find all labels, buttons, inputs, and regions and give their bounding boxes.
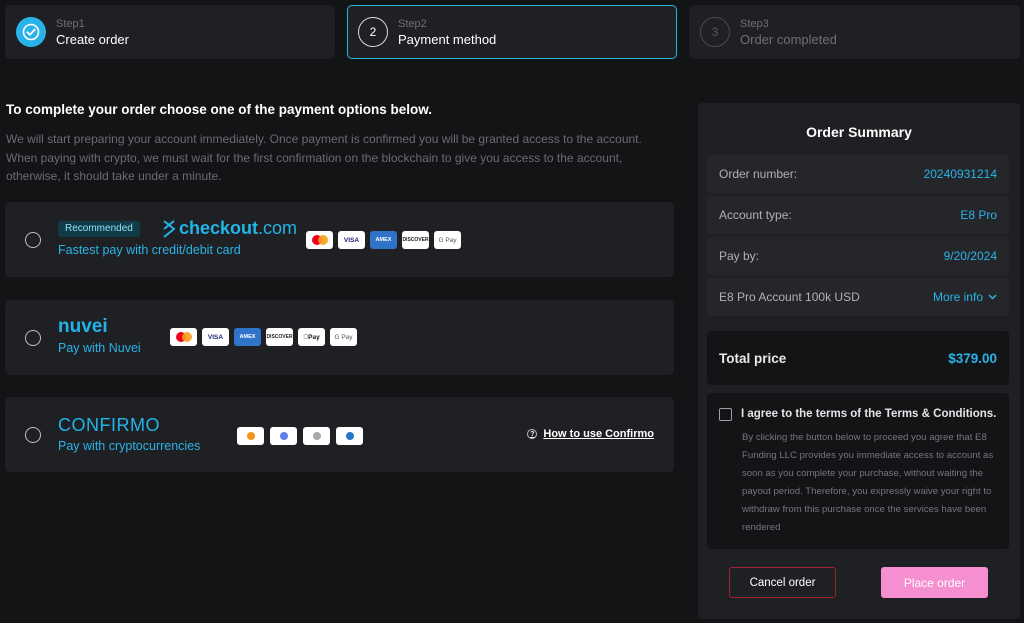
payment-option-checkout[interactable]: Recommended checkout .com Fastest pay wit… [5, 202, 674, 277]
step-label: Payment method [398, 32, 497, 47]
place-order-button[interactable]: Place order [881, 567, 988, 598]
more-info-toggle[interactable]: More info [933, 290, 997, 304]
confirmo-logo: CONFIRMO [58, 415, 160, 435]
terms-box: I agree to the terms of the Terms & Cond… [707, 393, 1009, 549]
option-subtitle: Pay with cryptocurrencies [58, 439, 201, 453]
card-logos: VISA AMEX DISCOVER G Pay [306, 231, 461, 249]
summary-row-product: E8 Pro Account 100k USD More info [707, 278, 1009, 316]
order-summary-panel: Order Summary Order number: 20240931214 … [698, 103, 1020, 619]
checkout-logo: checkout .com [162, 218, 297, 239]
mastercard-icon [170, 328, 197, 346]
option-subtitle: Pay with Nuvei [58, 341, 141, 355]
amex-icon: AMEX [370, 231, 397, 249]
step-label: Create order [56, 32, 129, 47]
crypto-logos [237, 427, 363, 445]
option-subtitle: Fastest pay with credit/debit card [58, 243, 241, 257]
amex-icon: AMEX [234, 328, 261, 346]
bitcoin-icon [237, 427, 264, 445]
step-number-circle: 3 [700, 17, 730, 47]
mastercard-icon [306, 231, 333, 249]
discover-icon: DISCOVER [402, 231, 429, 249]
payment-option-confirmo[interactable]: CONFIRMO Pay with cryptocurrencies ? How… [5, 397, 674, 472]
step-number: Step1 [56, 18, 85, 30]
step-create-order[interactable]: Step1 Create order [5, 5, 335, 59]
total-price-box: Total price $379.00 [707, 331, 1009, 385]
litecoin-icon [303, 427, 330, 445]
total-price-label: Total price [719, 350, 787, 366]
radio-confirmo[interactable] [25, 427, 41, 443]
step-label: Order completed [740, 32, 837, 47]
step-payment-method[interactable]: 2 Step2 Payment method [347, 5, 677, 59]
total-price-value: $379.00 [948, 350, 997, 366]
terms-agree-label[interactable]: I agree to the terms of the Terms & Cond… [741, 408, 996, 420]
summary-row-order-number: Order number: 20240931214 [707, 155, 1009, 193]
step-number: Step3 [740, 18, 769, 30]
chevron-down-icon [988, 294, 997, 300]
card-logos: VISA AMEX DISCOVER Pay G Pay [170, 328, 357, 346]
summary-row-pay-by: Pay by: 9/20/2024 [707, 237, 1009, 275]
cancel-order-button[interactable]: Cancel order [729, 567, 836, 598]
nuvei-logo: nuvei [58, 316, 108, 337]
radio-checkout[interactable] [25, 232, 41, 248]
recommended-badge: Recommended [58, 221, 140, 237]
how-to-use-confirmo-link[interactable]: ? How to use Confirmo [527, 428, 654, 440]
checkout-logo-icon [163, 219, 176, 238]
ethereum-icon [270, 427, 297, 445]
apple-pay-icon: Pay [298, 328, 325, 346]
help-icon: ? [527, 429, 538, 439]
radio-nuvei[interactable] [25, 330, 41, 346]
terms-checkbox[interactable] [719, 408, 732, 421]
step-order-completed[interactable]: 3 Step3 Order completed [689, 5, 1020, 59]
visa-icon: VISA [338, 231, 365, 249]
step-number: Step2 [398, 18, 427, 30]
summary-row-account-type: Account type: E8 Pro [707, 196, 1009, 234]
order-summary-title: Order Summary [806, 124, 912, 140]
page-heading: To complete your order choose one of the… [6, 102, 433, 117]
payment-option-nuvei[interactable]: nuvei Pay with Nuvei VISA AMEX DISCOVER … [5, 300, 674, 375]
visa-icon: VISA [202, 328, 229, 346]
step-number-circle: 2 [358, 17, 388, 47]
page-description: We will start preparing your account imm… [6, 132, 642, 183]
discover-icon: DISCOVER [266, 328, 293, 346]
check-icon [16, 17, 46, 47]
google-pay-icon: G Pay [434, 231, 461, 249]
google-pay-icon: G Pay [330, 328, 357, 346]
terms-text: By clicking the button below to proceed … [742, 432, 994, 533]
usdc-icon [336, 427, 363, 445]
